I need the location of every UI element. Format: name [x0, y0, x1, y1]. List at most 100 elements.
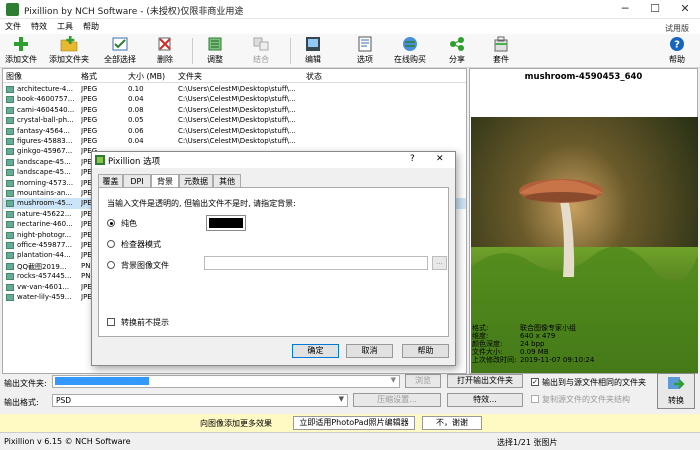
copy-structure-checkbox[interactable]: [531, 395, 539, 403]
adjust-button[interactable]: 调整: [200, 36, 230, 66]
maximize-button[interactable]: ☐: [640, 0, 670, 19]
cell-name: morning-4573...: [17, 178, 74, 187]
select-all-label: 全部选择: [104, 55, 136, 64]
share-icon: [450, 37, 464, 51]
dialog-close-button[interactable]: ✕: [436, 154, 444, 164]
chevron-down-icon[interactable]: ▼: [339, 395, 344, 403]
image-file-icon: [6, 262, 14, 270]
output-format-select[interactable]: PSD ▼: [52, 394, 348, 407]
cell-format: JPEG: [81, 137, 98, 145]
try-photopad-button[interactable]: 立即适用PhotoPad照片编辑器: [293, 416, 415, 430]
toolbar-separator: [192, 38, 193, 64]
options-button[interactable]: 选项: [350, 36, 380, 66]
solid-color-radio[interactable]: [107, 219, 115, 227]
cell-name: cami-4604540...: [17, 105, 75, 114]
no-prompt-checkbox[interactable]: [107, 318, 115, 326]
tab-metadata[interactable]: 元数据: [179, 174, 213, 188]
col-header-size[interactable]: 大小 (MB): [128, 71, 165, 82]
background-image-path-field[interactable]: [204, 256, 428, 270]
preview-title: mushroom-4590453_640: [524, 72, 643, 82]
add-folder-button[interactable]: 添加文件夹: [44, 36, 94, 66]
add-file-label: 添加文件: [5, 55, 37, 64]
ok-button[interactable]: 确定: [292, 344, 339, 358]
image-file-icon: [6, 179, 14, 187]
menu-file[interactable]: 文件: [0, 19, 26, 32]
image-file-icon: [6, 148, 14, 156]
no-thanks-button[interactable]: 不，谢谢: [422, 416, 482, 430]
menu-effects[interactable]: 特效: [26, 19, 52, 32]
options-dialog: Pixillion 选项 ? ✕ 覆盖 DPI 背景 元数据 其他 当输入文件是…: [91, 151, 456, 366]
menu-help[interactable]: 帮助: [78, 19, 104, 32]
menu-bar: 文件 特效 工具 帮助 试用版: [0, 19, 700, 34]
dialog-title: Pixillion 选项: [108, 157, 161, 167]
compress-settings-button[interactable]: 压缩设置...: [353, 393, 441, 407]
color-swatch[interactable]: [206, 215, 246, 231]
browse-button[interactable]: 浏览: [405, 374, 441, 388]
help-button[interactable]: ? 帮助: [662, 36, 692, 66]
share-button[interactable]: 分享: [440, 36, 474, 66]
buy-online-button[interactable]: 在线购买: [390, 36, 430, 66]
edit-label: 编辑: [305, 55, 321, 64]
cell-name: landscape-45...: [17, 168, 71, 177]
convert-button[interactable]: 转换: [657, 373, 695, 409]
cell-folder: C:\Users\CelestM\Desktop\stuff\...: [178, 95, 296, 104]
image-file-icon: [6, 210, 14, 218]
add-file-button[interactable]: 添加文件: [2, 36, 40, 66]
image-file-icon: [6, 169, 14, 177]
dialog-help-button[interactable]: 帮助: [402, 344, 449, 358]
tab-other[interactable]: 其他: [213, 174, 241, 188]
tab-overwrite[interactable]: 覆盖: [98, 174, 123, 188]
banner-text: 向图像添加更多效果: [200, 419, 272, 428]
delete-button[interactable]: 删除: [150, 36, 180, 66]
chevron-down-icon[interactable]: ▼: [391, 376, 396, 384]
tab-dpi[interactable]: DPI: [123, 174, 151, 188]
cancel-button[interactable]: 取消: [346, 344, 393, 358]
selection-status: 选择1/21 张图片: [497, 438, 558, 447]
options-icon: [358, 36, 372, 52]
table-row[interactable]: cami-4604540... JPEG 0.08 C:\Users\CelestM\…: [3, 105, 466, 116]
browse-image-button[interactable]: ...: [432, 256, 447, 270]
table-row[interactable]: figures-45883... JPEG 0.04 C:\Users\CelestM…: [3, 136, 466, 147]
suite-button[interactable]: 套件: [486, 36, 516, 66]
col-header-format[interactable]: 格式: [81, 71, 97, 82]
col-header-folder[interactable]: 文件夹: [178, 71, 202, 82]
edit-button[interactable]: 编辑: [298, 36, 328, 66]
output-folder-field[interactable]: C:\Users\CelestM\Pictures ▼: [52, 375, 400, 388]
col-header-status[interactable]: 状态: [306, 71, 322, 82]
status-bar: Pixillion v 6.15 © NCH Software 选择1/21 张…: [0, 432, 700, 450]
close-button[interactable]: ✕: [670, 0, 700, 19]
minimize-button[interactable]: ─: [610, 0, 640, 19]
effects-button[interactable]: 特效...: [447, 393, 523, 407]
checker-pattern-radio[interactable]: [107, 240, 115, 248]
globe-icon: [403, 37, 417, 51]
background-image-radio[interactable]: [107, 261, 115, 269]
suite-icon: [494, 36, 508, 52]
image-file-icon: [6, 273, 14, 281]
col-header-image[interactable]: 图像: [6, 71, 22, 82]
background-image-label: 背景图像文件: [121, 261, 169, 270]
window-title: Pixillion by NCH Software - (未授权)仅限非商业用途: [24, 7, 244, 17]
same-folder-checkbox[interactable]: ✓: [531, 378, 539, 386]
suite-label: 套件: [493, 55, 509, 64]
info-dimensions: 维度: 640 x 479: [472, 332, 556, 340]
image-file-icon: [6, 96, 14, 104]
image-file-icon: [6, 127, 14, 135]
image-file-icon: [6, 86, 14, 93]
table-row[interactable]: book-4600757... JPEG 0.04 C:\Users\CelestM\…: [3, 94, 466, 105]
dialog-help-icon[interactable]: ?: [410, 154, 415, 164]
cell-name: crystal-ball-ph...: [17, 116, 74, 125]
menu-tools[interactable]: 工具: [52, 19, 78, 32]
table-row[interactable]: architecture-4... JPEG 0.10 C:\Users\Celest…: [3, 84, 466, 95]
table-row[interactable]: fantasy-4564... JPEG 0.06 C:\Users\CelestM\…: [3, 126, 466, 137]
combine-button[interactable]: 结合: [246, 36, 276, 66]
image-file-icon: [6, 252, 14, 260]
select-all-button[interactable]: 全部选择: [100, 36, 140, 66]
buy-online-label: 在线购买: [394, 55, 426, 64]
cell-name: ginkgo-45967...: [17, 147, 73, 156]
cell-name: landscape-45...: [17, 157, 71, 166]
version-text: Pixillion v 6.15 © NCH Software: [4, 437, 131, 446]
add-file-icon: [14, 37, 28, 51]
table-row[interactable]: crystal-ball-ph... JPEG 0.05 C:\Users\Celes…: [3, 115, 466, 126]
open-output-folder-button[interactable]: 打开输出文件夹: [447, 374, 523, 388]
cell-name: architecture-4...: [17, 85, 74, 93]
